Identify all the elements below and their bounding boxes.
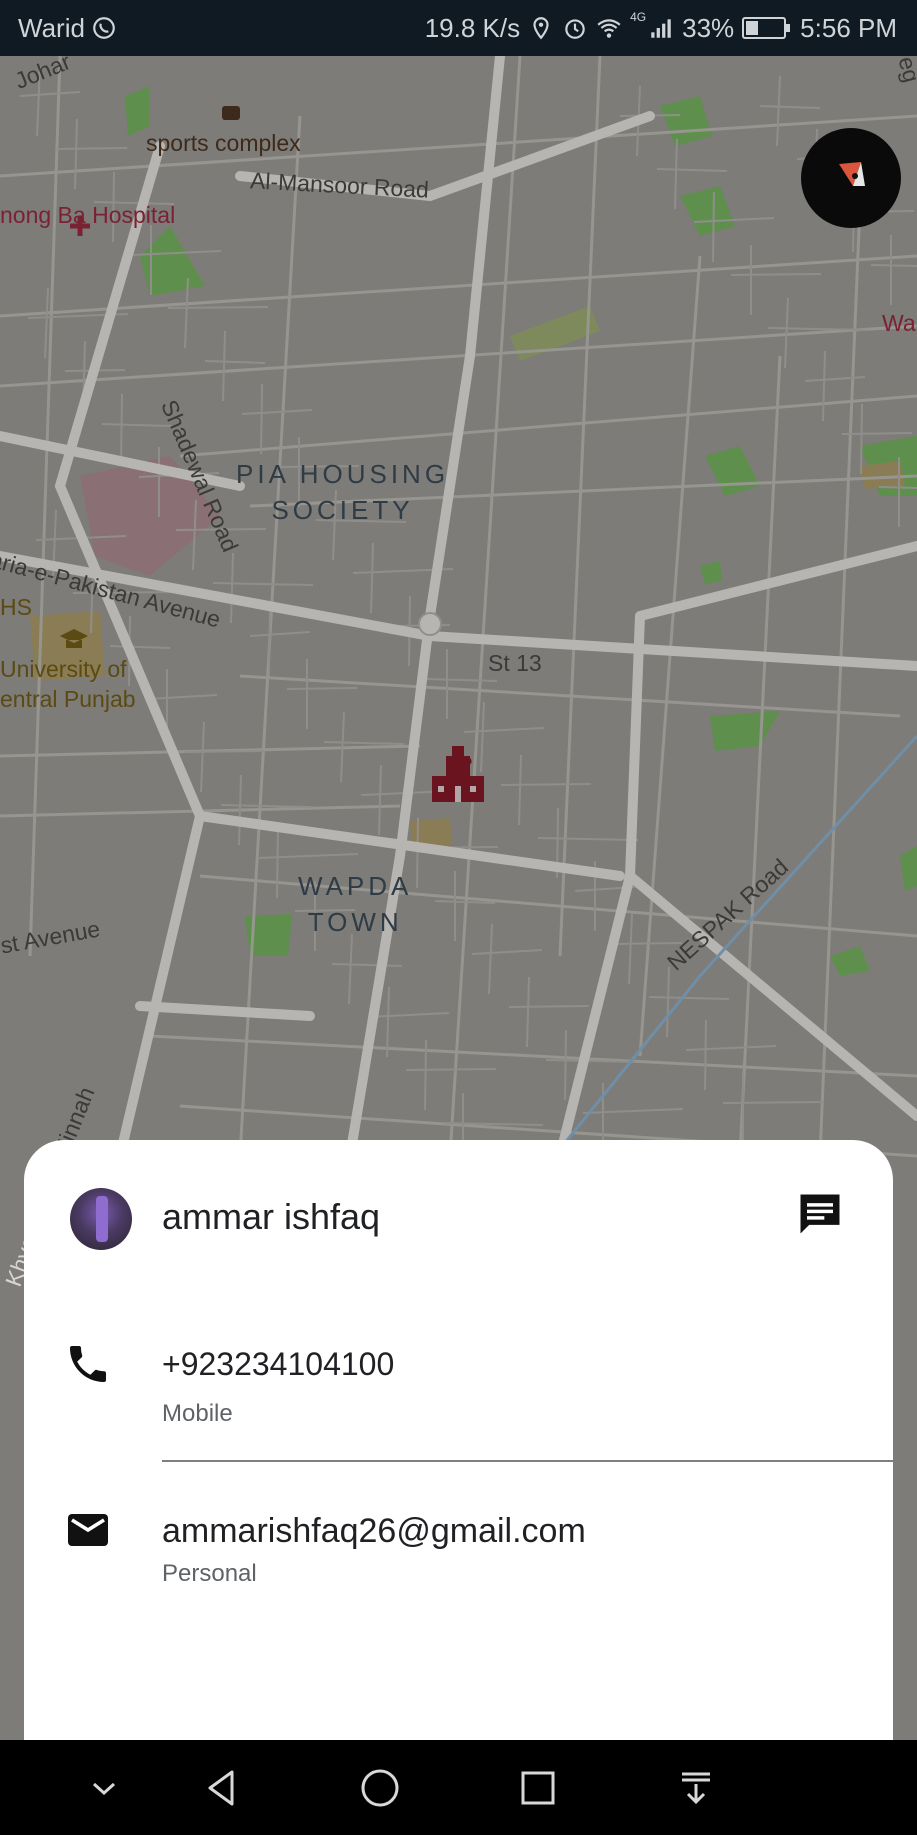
status-bar-right: 19.8 K/s 4G 33% 5:56 PM xyxy=(425,0,897,56)
carrier-label: Warid xyxy=(18,12,85,43)
email-address[interactable]: ammarishfaq26@gmail.com xyxy=(162,1512,586,1551)
status-bar-left: Warid xyxy=(18,0,117,56)
minor-street xyxy=(424,1039,427,1111)
minor-street xyxy=(841,432,913,435)
clock: 5:56 PM xyxy=(800,12,897,43)
minor-street xyxy=(712,191,715,263)
signal-icon xyxy=(651,19,671,38)
home-icon[interactable] xyxy=(354,1762,406,1814)
minor-street xyxy=(120,393,123,465)
minor-street xyxy=(56,147,128,150)
phone-type-label: Mobile xyxy=(162,1400,233,1427)
email-icon[interactable] xyxy=(64,1506,112,1554)
battery-icon xyxy=(742,17,791,39)
avatar[interactable] xyxy=(70,1188,132,1250)
back-icon[interactable] xyxy=(196,1762,248,1814)
network-type: 4G xyxy=(630,10,647,24)
map-label-wapda-town: WAPDA TOWN xyxy=(298,868,412,940)
map-label-wa: Wa xyxy=(882,310,916,336)
phone-number[interactable]: +923234104100 xyxy=(162,1346,394,1383)
map-label-st-13: St 13 xyxy=(488,650,542,676)
wapda-line-1: WAPDA xyxy=(298,871,413,901)
notifications-pull-down-icon[interactable] xyxy=(670,1762,722,1814)
pia-line-1: PIA HOUSING xyxy=(236,459,450,489)
divider xyxy=(162,1460,893,1462)
navigation-bar xyxy=(0,1740,917,1835)
network-speed: 19.8 K/s xyxy=(424,12,521,43)
whatsapp-icon xyxy=(93,17,115,39)
compass-icon xyxy=(839,162,865,186)
ucp-line-1: University of xyxy=(0,656,127,682)
phone-icon[interactable] xyxy=(64,1340,112,1388)
minor-street xyxy=(286,687,358,690)
map-label-hospital: nong Ba Hospital xyxy=(0,202,176,228)
battery-percent: 33% xyxy=(682,12,735,43)
minor-street xyxy=(416,817,419,889)
minor-street xyxy=(730,273,822,276)
minor-street xyxy=(405,1068,497,1071)
status-bar: Warid 19.8 K/s 4G 33% 5:56 PM xyxy=(0,0,917,56)
minor-street xyxy=(276,827,279,899)
map-label-ngo: NGO xyxy=(447,756,473,768)
hide-nav-chevron-down-icon[interactable] xyxy=(78,1762,130,1814)
alarm-icon xyxy=(565,19,585,39)
ucp-line-2: entral Punjab xyxy=(0,686,136,712)
minor-street xyxy=(722,1101,824,1104)
minor-street xyxy=(500,783,592,786)
wapda-line-2: TOWN xyxy=(307,907,403,937)
compass-button[interactable] xyxy=(801,128,901,228)
map-label-hs: HS xyxy=(0,594,32,620)
message-icon[interactable] xyxy=(794,1188,846,1240)
map-label-pia-housing: PIA HOUSING SOCIETY xyxy=(236,456,449,528)
minor-street xyxy=(268,605,271,677)
wifi-icon xyxy=(597,19,621,38)
minor-street xyxy=(183,750,265,753)
minor-street xyxy=(564,1029,567,1101)
minor-street xyxy=(167,306,269,309)
pia-line-2: SOCIETY xyxy=(271,495,414,525)
minor-street xyxy=(860,403,863,475)
map-label-ucp: University of entral Punjab xyxy=(0,654,136,714)
contact-card: ammar ishfaq +923234104100 Mobile ammari… xyxy=(24,1140,893,1740)
map-label-sports-complex: sports complex xyxy=(146,130,301,156)
email-type-label: Personal xyxy=(162,1560,257,1587)
minor-street xyxy=(260,383,263,455)
recents-icon[interactable] xyxy=(512,1762,564,1814)
location-icon xyxy=(533,17,549,40)
contact-name: ammar ishfaq xyxy=(162,1196,381,1237)
minor-street xyxy=(508,1005,590,1008)
minor-street xyxy=(704,1019,707,1091)
minor-street xyxy=(611,942,683,945)
